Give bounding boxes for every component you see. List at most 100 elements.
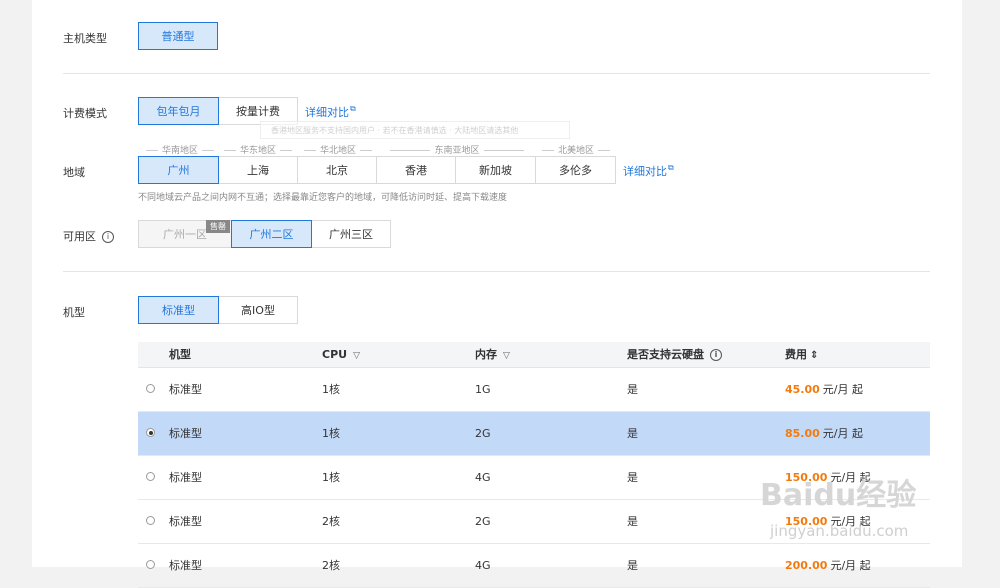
cell-mem: 1G — [475, 383, 491, 396]
row-radio[interactable] — [146, 560, 155, 569]
region-compare-link[interactable]: 详细对比⧉ — [623, 163, 674, 179]
header-cpu[interactable]: CPU ▽ — [322, 342, 360, 369]
cell-cpu: 1核 — [322, 427, 340, 440]
cell-mem: 4G — [475, 471, 491, 484]
region-compare-link-text: 详细对比 — [623, 165, 667, 178]
sort-icon[interactable]: ⇕ — [810, 350, 818, 361]
cell-cpu: 1核 — [322, 383, 340, 396]
price-unit: 元/月 起 — [830, 559, 871, 572]
zone-label-text: 可用区 — [63, 230, 96, 243]
region-tooltip-ghost: 香港地区服务不支持国内用户 · 若不在香港请慎选 · 大陆地区请选其他 — [260, 121, 570, 139]
header-mem[interactable]: 内存 ▽ — [475, 342, 510, 369]
region-group-label: 华南地区 — [161, 146, 198, 156]
cell-model: 标准型 — [169, 383, 202, 396]
cell-model: 标准型 — [169, 559, 202, 572]
external-link-icon: ⧉ — [350, 104, 356, 114]
region-group-south: 华南地区 — [140, 143, 220, 156]
region-group-label: 华北地区 — [319, 146, 356, 156]
zone-label: 可用区 i — [63, 228, 114, 244]
table-row[interactable]: 标准型 2核 4G 是 200.00 元/月 起 — [138, 544, 930, 588]
region-group-label: 东南亚地区 — [434, 146, 480, 156]
cell-disk: 是 — [627, 383, 638, 396]
table-body: 标准型 1核 1G 是 45.00 元/月 起标准型 1核 2G 是 85.00 元/月 起标准型 1… — [138, 368, 930, 588]
cell-disk: 是 — [627, 559, 638, 572]
price-unit: 元/月 起 — [830, 471, 871, 484]
billing-compare-link[interactable]: 详细对比⧉ — [305, 104, 356, 120]
price-value: 200.00 — [785, 559, 828, 572]
instance-table: 机型 CPU ▽ 内存 ▽ 是否支持云硬盘 i 费用 ⇕ 标准型 1核 1G 是 45.00 元/… — [138, 342, 930, 588]
row-radio[interactable] — [146, 384, 155, 393]
cell-price: 45.00 元/月 起 — [785, 368, 863, 411]
divider — [63, 271, 930, 272]
cell-cpu: 2核 — [322, 515, 340, 528]
billing-monthly-button[interactable]: 包年包月 — [138, 97, 219, 125]
cell-price: 150.00 元/月 起 — [785, 500, 871, 543]
price-value: 150.00 — [785, 471, 828, 484]
table-header: 机型 CPU ▽ 内存 ▽ 是否支持云硬盘 i 费用 ⇕ — [138, 342, 930, 368]
cell-cpu: 1核 — [322, 471, 340, 484]
cell-disk: 是 — [627, 427, 638, 440]
region-label: 地域 — [63, 166, 85, 179]
cell-price: 85.00 元/月 起 — [785, 412, 863, 455]
cell-price: 150.00 元/月 起 — [785, 456, 871, 499]
sold-out-badge: 售罄 — [206, 220, 230, 233]
model-high-io-button[interactable]: 高IO型 — [218, 296, 298, 324]
model-label: 机型 — [63, 306, 85, 319]
cell-mem: 2G — [475, 515, 491, 528]
row-radio[interactable] — [146, 516, 155, 525]
billing-label: 计费模式 — [63, 107, 107, 120]
header-mem-text: 内存 — [475, 348, 497, 361]
host-type-normal-button[interactable]: 普通型 — [138, 22, 218, 50]
cell-cpu: 2核 — [322, 559, 340, 572]
cell-price: 200.00 元/月 起 — [785, 544, 871, 587]
header-cpu-text: CPU — [322, 348, 348, 361]
price-value: 150.00 — [785, 515, 828, 528]
region-toronto-button[interactable]: 多伦多 — [535, 156, 616, 184]
region-group-north: 华北地区 — [298, 143, 378, 156]
host-type-label: 主机类型 — [63, 32, 107, 45]
cell-mem: 4G — [475, 559, 491, 572]
price-unit: 元/月 起 — [830, 515, 871, 528]
region-group-southeast-asia: 东南亚地区 — [378, 143, 536, 156]
external-link-icon: ⧉ — [668, 163, 674, 173]
region-group-label: 华东地区 — [239, 146, 276, 156]
cell-disk: 是 — [627, 471, 638, 484]
price-value: 85.00 — [785, 427, 820, 440]
model-standard-button[interactable]: 标准型 — [138, 296, 219, 324]
region-shanghai-button[interactable]: 上海 — [218, 156, 298, 184]
table-row[interactable]: 标准型 2核 2G 是 150.00 元/月 起 — [138, 500, 930, 544]
header-model: 机型 — [169, 348, 191, 361]
row-radio[interactable] — [146, 428, 155, 437]
header-disk-text: 是否支持云硬盘 — [627, 348, 704, 361]
region-group-label: 北美地区 — [557, 146, 594, 156]
cell-model: 标准型 — [169, 471, 202, 484]
table-row[interactable]: 标准型 1核 1G 是 45.00 元/月 起 — [138, 368, 930, 412]
row-radio[interactable] — [146, 472, 155, 481]
region-singapore-button[interactable]: 新加坡 — [455, 156, 536, 184]
cell-disk: 是 — [627, 515, 638, 528]
zone-guangzhou-2-button[interactable]: 广州二区 — [231, 220, 312, 248]
region-hongkong-button[interactable]: 香港 — [376, 156, 456, 184]
info-icon[interactable]: i — [102, 231, 114, 243]
table-row[interactable]: 标准型 1核 4G 是 150.00 元/月 起 — [138, 456, 930, 500]
table-row[interactable]: 标准型 1核 2G 是 85.00 元/月 起 — [138, 412, 930, 456]
header-price-text: 费用 — [785, 348, 807, 361]
region-group-north-america: 北美地区 — [536, 143, 616, 156]
header-disk: 是否支持云硬盘 i — [627, 342, 722, 367]
region-beijing-button[interactable]: 北京 — [297, 156, 377, 184]
header-price[interactable]: 费用 ⇕ — [785, 342, 818, 368]
region-guangzhou-button[interactable]: 广州 — [138, 156, 219, 184]
cell-mem: 2G — [475, 427, 491, 440]
region-group-east: 华东地区 — [218, 143, 298, 156]
price-unit: 元/月 起 — [822, 427, 863, 440]
filter-icon[interactable]: ▽ — [353, 351, 360, 361]
cell-model: 标准型 — [169, 515, 202, 528]
zone-guangzhou-3-button[interactable]: 广州三区 — [311, 220, 391, 248]
price-value: 45.00 — [785, 383, 820, 396]
region-hint: 不同地域云产品之间内网不互通；选择最靠近您客户的地域，可降低访问时延、提高下载速… — [138, 193, 508, 203]
cell-model: 标准型 — [169, 427, 202, 440]
billing-compare-link-text: 详细对比 — [305, 106, 349, 119]
info-icon[interactable]: i — [710, 349, 722, 361]
filter-icon[interactable]: ▽ — [503, 351, 510, 361]
price-unit: 元/月 起 — [822, 383, 863, 396]
